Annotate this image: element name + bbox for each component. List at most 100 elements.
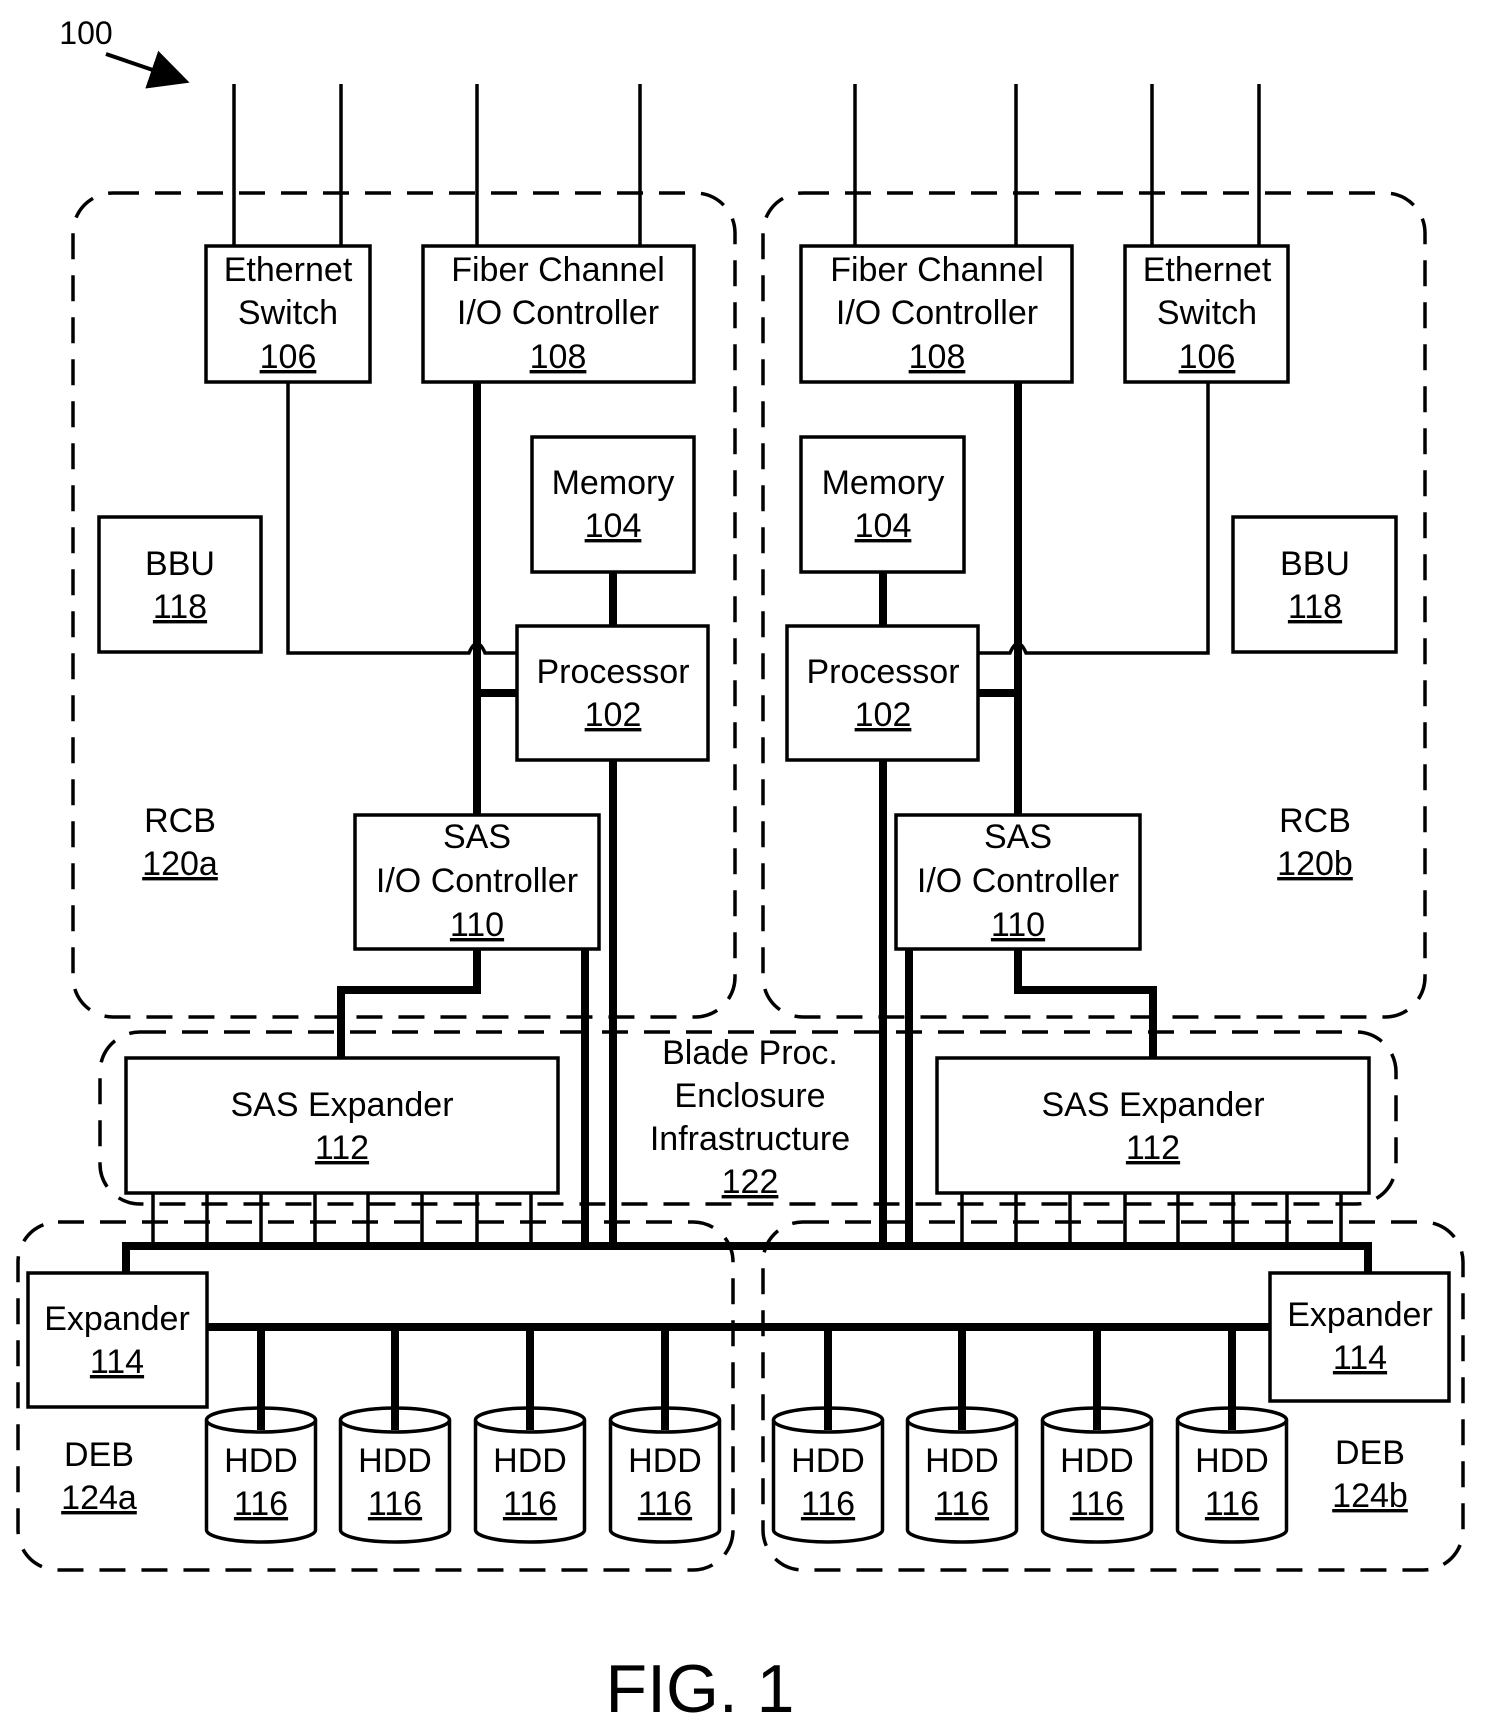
hdd-8: HDD 116 — [1175, 1400, 1289, 1544]
processor-right: Processor 102 — [785, 624, 980, 762]
fc-controller-left: Fiber Channel I/O Controller 108 — [421, 244, 696, 384]
svg-text:SAS Expander: SAS Expander — [230, 1086, 453, 1124]
rcb-a-label: RCB 120a — [142, 802, 218, 883]
hdd-cylinder-icon — [1040, 1420, 1154, 1544]
svg-text:124a: 124a — [61, 1479, 137, 1517]
sas-expander-left: SAS Expander 112 — [124, 1056, 560, 1195]
svg-text:118: 118 — [1288, 588, 1342, 626]
svg-text:118: 118 — [153, 588, 207, 626]
processor-left: Processor 102 — [515, 624, 710, 762]
hdd-label: HDD — [358, 1442, 432, 1480]
external-links — [232, 84, 1261, 246]
hdd-cylinder-icon — [204, 1420, 318, 1544]
hdd-7: HDD 116 — [1040, 1400, 1154, 1544]
hdd-6: HDD 116 — [905, 1400, 1019, 1544]
svg-text:104: 104 — [585, 507, 642, 545]
hdd-cylinder-icon — [338, 1420, 452, 1544]
svg-text:112: 112 — [1126, 1129, 1180, 1167]
svg-text:I/O Controller: I/O Controller — [457, 294, 659, 332]
svg-text:SAS Expander: SAS Expander — [1041, 1086, 1264, 1124]
hdd-cylinder-icon — [473, 1420, 587, 1544]
svg-text:102: 102 — [585, 696, 642, 734]
svg-text:120a: 120a — [142, 845, 218, 883]
figure-caption: FIG. 1 — [606, 1651, 795, 1727]
hdd-4: HDD 116 — [608, 1400, 722, 1544]
sas-io-controller-right: SAS I/O Controller 110 — [894, 813, 1142, 951]
hdd-cylinder-icon — [905, 1420, 1019, 1544]
hdd-label: HDD — [791, 1442, 865, 1480]
svg-text:104: 104 — [855, 507, 912, 545]
svg-text:SAS: SAS — [984, 818, 1052, 856]
memory-right: Memory 104 — [799, 435, 966, 574]
svg-text:Expander: Expander — [1287, 1296, 1433, 1334]
hdd-label: HDD — [1060, 1442, 1134, 1480]
memory-left: Memory 104 — [530, 435, 696, 574]
fc-controller-right: Fiber Channel I/O Controller 108 — [799, 244, 1074, 384]
svg-text:110: 110 — [450, 906, 504, 944]
svg-text:RCB: RCB — [144, 802, 216, 840]
svg-text:Infrastructure: Infrastructure — [650, 1120, 850, 1158]
hdd-number: 116 — [638, 1485, 692, 1523]
svg-text:106: 106 — [1179, 338, 1236, 376]
expander-left: Expander 114 — [26, 1271, 209, 1409]
svg-text:DEB: DEB — [1335, 1434, 1405, 1472]
hdd-cylinder-icon — [1175, 1420, 1289, 1544]
svg-text:120b: 120b — [1277, 845, 1353, 883]
svg-text:114: 114 — [1333, 1339, 1387, 1377]
hdd-group: HDD 116 HDD 116 HDD 116 HDD 116 HDD 116 HDD 116 HDD 1… — [204, 1400, 1289, 1544]
hdd-number: 116 — [368, 1485, 422, 1523]
svg-text:114: 114 — [90, 1343, 144, 1381]
svg-text:Switch: Switch — [238, 294, 338, 332]
svg-text:I/O Controller: I/O Controller — [917, 862, 1119, 900]
deb-a-label: DEB 124a — [61, 1436, 137, 1517]
svg-text:Memory: Memory — [552, 464, 675, 502]
hdd-label: HDD — [628, 1442, 702, 1480]
svg-text:BBU: BBU — [145, 545, 215, 583]
hdd-number: 116 — [503, 1485, 557, 1523]
svg-text:I/O Controller: I/O Controller — [376, 862, 578, 900]
hdd-1: HDD 116 — [204, 1400, 318, 1544]
expander-right: Expander 114 — [1268, 1271, 1451, 1403]
hdd-2: HDD 116 — [338, 1400, 452, 1544]
hdd-label: HDD — [224, 1442, 298, 1480]
svg-text:Fiber Channel: Fiber Channel — [830, 251, 1044, 289]
hdd-5: HDD 116 — [771, 1400, 885, 1544]
deb-b-label: DEB 124b — [1332, 1434, 1408, 1515]
svg-text:RCB: RCB — [1279, 802, 1351, 840]
svg-text:I/O Controller: I/O Controller — [836, 294, 1038, 332]
rcb-b-label: RCB 120b — [1277, 802, 1353, 883]
hdd-cylinder-icon — [608, 1420, 722, 1544]
bbu-right: BBU 118 — [1231, 515, 1398, 654]
system-diagram: 100 Ethernet Switch 106 Fiber Channel I/… — [16, 15, 1465, 1727]
sas-io-controller-left: SAS I/O Controller 110 — [353, 813, 601, 951]
hdd-links — [257, 1327, 1236, 1420]
svg-text:Expander: Expander — [44, 1300, 190, 1338]
hdd-number: 116 — [935, 1485, 989, 1523]
sas-expander-right: SAS Expander 112 — [935, 1056, 1371, 1195]
hdd-3: HDD 116 — [473, 1400, 587, 1544]
hdd-label: HDD — [925, 1442, 999, 1480]
ethernet-switch-left: Ethernet Switch 106 — [204, 244, 372, 384]
svg-text:DEB: DEB — [64, 1436, 134, 1474]
svg-text:Processor: Processor — [536, 653, 689, 691]
hdd-number: 116 — [1070, 1485, 1124, 1523]
svg-text:Enclosure: Enclosure — [674, 1077, 825, 1115]
enclosure-label: Blade Proc. Enclosure Infrastructure 122 — [650, 1034, 850, 1201]
figure-ref-number: 100 — [59, 15, 112, 51]
hdd-number: 116 — [801, 1485, 855, 1523]
svg-text:Switch: Switch — [1157, 294, 1257, 332]
svg-text:122: 122 — [722, 1163, 779, 1201]
hdd-number: 116 — [1205, 1485, 1259, 1523]
svg-text:BBU: BBU — [1280, 545, 1350, 583]
hdd-label: HDD — [1195, 1442, 1269, 1480]
svg-text:108: 108 — [530, 338, 587, 376]
hdd-cylinder-icon — [771, 1420, 885, 1544]
svg-text:Ethernet: Ethernet — [224, 251, 353, 289]
svg-text:Ethernet: Ethernet — [1143, 251, 1272, 289]
svg-text:110: 110 — [991, 906, 1045, 944]
hdd-label: HDD — [493, 1442, 567, 1480]
svg-text:106: 106 — [260, 338, 317, 376]
svg-text:124b: 124b — [1332, 1477, 1408, 1515]
svg-text:102: 102 — [855, 696, 912, 734]
ref-arrow-icon — [105, 50, 190, 89]
